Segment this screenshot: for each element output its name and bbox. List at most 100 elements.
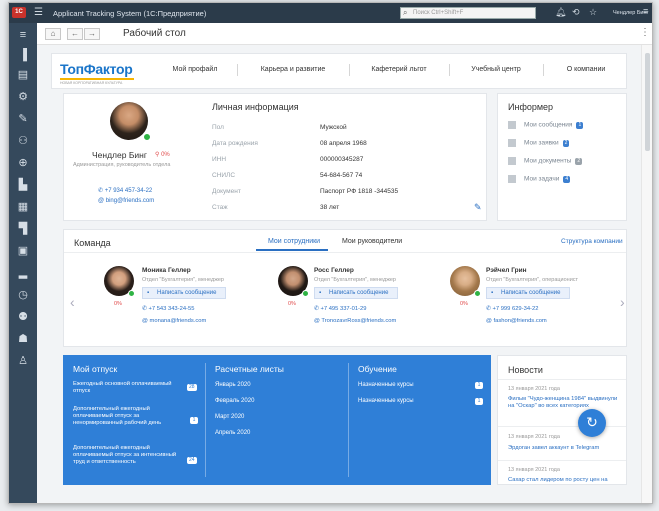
nav-my-profile[interactable]: Мой профайл [160,66,230,73]
member-name[interactable]: Моника Геллер [142,267,191,274]
profile-email[interactable]: @ bing@friends.com [98,198,154,204]
sidebar-menu-icon[interactable]: ≡ [15,27,31,43]
sidebar-wrench-icon[interactable]: ✎ [15,111,31,127]
profile-email-text: bing@friends.com [105,198,155,204]
sidebar-bar-chart-icon[interactable]: ▂ [15,265,31,281]
bell-icon[interactable]: 🔔︎ [555,7,566,18]
forward-button[interactable]: → [84,28,100,40]
sidebar-briefcase-icon[interactable]: ▣ [15,243,31,259]
sidebar-hierarchy-icon[interactable]: ♙ [15,353,31,369]
sidebar-calculator-icon[interactable]: ▦ [15,199,31,215]
brand-tagline: НОВАЯ КОРПОРАТИВНАЯ КУЛЬТУРА [60,81,123,85]
nav-about-company[interactable]: О компании [550,66,622,73]
payslip-item[interactable]: Февраль 2020 [215,398,254,404]
news-title-link[interactable]: Фильм "Чудо-женщина 1984" выдвинули на "… [508,396,618,410]
profile-phone-text: +7 934 457-34-22 [104,188,153,194]
sidebar-clock-icon[interactable]: ◷ [15,287,31,303]
write-message-button[interactable]: ▪ Написать сообщение [314,287,398,299]
vacation-heading: Мой отпуск [73,364,118,374]
informer-tasks[interactable]: Мои задачи 4 [508,175,571,183]
news-heading: Новости [508,365,543,375]
panel-divider [348,363,349,477]
vacation-item[interactable]: Ежегодный основной оплачиваемый отпуск [73,381,183,395]
email-icon: @ [314,318,320,324]
company-structure-link[interactable]: Структура компании [561,238,623,245]
sidebar-building-icon[interactable]: ▜ [15,221,31,237]
vacation-days-badge: 28 [187,384,197,391]
sidebar-team-icon[interactable]: ⚉ [15,309,31,325]
informer-documents[interactable]: Мои документы 2 [508,157,583,165]
sidebar-people-icon[interactable]: ⚇ [15,133,31,149]
nav-career[interactable]: Карьера и развитие [244,66,342,73]
informer-messages[interactable]: Мои сообщения 1 [508,121,584,129]
training-item[interactable]: Назначенные курсы [358,382,414,388]
tab-my-managers[interactable]: Мои руководители [342,238,402,245]
phone-icon: ✆ [486,306,491,312]
request-icon [508,139,516,147]
vacation-days-badge: 24 [187,457,197,464]
news-divider [498,379,626,380]
back-button[interactable]: ← [67,28,83,40]
payslip-item[interactable]: Январь 2020 [215,382,251,388]
write-message-button[interactable]: ▪ Написать сообщение [486,287,570,299]
brand-logo[interactable]: ТопФактор [60,61,133,77]
sidebar-gear-icon[interactable]: ⚙ [15,89,31,105]
news-date: 13 января 2021 года [508,386,560,392]
tab-my-employees[interactable]: Мои сотрудники [268,238,320,245]
personal-info-heading: Личная информация [212,102,299,112]
carousel-next-icon[interactable]: › [620,294,625,310]
carousel-prev-icon[interactable]: ‹ [70,294,75,310]
payslip-item[interactable]: Март 2020 [215,414,244,420]
member-name[interactable]: Росс Геллер [314,267,354,274]
message-icon: ▪ [319,290,322,296]
team-heading: Команда [74,238,111,248]
training-item[interactable]: Назначенные курсы [358,398,414,404]
member-name[interactable]: Рэйчел Грин [486,267,527,274]
app-title: Applicant Tracking System (1С:Предприяти… [53,9,207,18]
more-icon[interactable]: ⋮ [640,27,650,38]
scrollbar-thumb[interactable] [645,53,650,151]
refresh-button[interactable]: ↻ [578,409,606,437]
news-divider [498,426,626,427]
vacation-item[interactable]: Дополнительный ежегодный оплачиваемый от… [73,406,183,427]
global-search-input[interactable]: ⌕ Поиск Ctrl+Shift+F [400,7,536,19]
app-window: 1С ☰ Applicant Tracking System (1С:Предп… [8,2,653,504]
training-count-badge: 1 [475,398,483,405]
home-button[interactable]: ⌂ [45,28,61,40]
profile-percent: ⚲ 0% [155,152,170,158]
settings-menu-icon[interactable]: ≡ [643,6,648,16]
top-navigation-card: ТопФактор НОВАЯ КОРПОРАТИВНАЯ КУЛЬТУРА М… [51,53,627,89]
sidebar-document-icon[interactable]: ▤ [15,67,31,83]
nav-training-center[interactable]: Учебный центр [456,66,536,73]
news-title-link[interactable]: Сахар стал лидером по росту цен на проду… [508,477,618,484]
star-icon[interactable]: ☆ [589,7,597,18]
sidebar-org-icon[interactable]: ⊕ [15,155,31,171]
member-phone[interactable]: ✆ +7 999 629-34-22 [486,306,538,312]
phone-icon: ✆ [142,306,147,312]
member-email[interactable]: @ monana@friends.com [142,318,206,324]
member-percent: 0% [114,301,122,307]
profile-percent-value: 0% [161,152,170,158]
vertical-scrollbar[interactable] [641,45,652,503]
member-dept: Отдел "Бухгалтерия", операционист [486,277,579,283]
member-phone[interactable]: ✆ +7 543 343-24-55 [142,306,194,312]
sidebar-chart-icon[interactable]: ▐ [15,47,31,63]
vacation-item[interactable]: Дополнительный ежегодный оплачиваемый от… [73,445,183,466]
member-email[interactable]: @ fashon@friends.com [486,318,547,324]
write-message-label: Написать сообщение [157,290,217,296]
member-email[interactable]: @ TronozavrRoss@friends.com [314,318,396,324]
news-title-link[interactable]: Эрдоган завел аккаунт в Telegram [508,445,618,452]
history-icon[interactable]: ⟲ [572,7,580,18]
member-phone[interactable]: ✆ +7 495 337-01-29 [314,306,366,312]
nav-cafeteria[interactable]: Кафетерий льгот [356,66,442,73]
member-email-text: TronozavrRoss@friends.com [321,318,397,324]
informer-requests[interactable]: Мои заявки 2 [508,139,570,147]
sidebar-buildings-icon[interactable]: ▙ [15,177,31,193]
main-menu-icon[interactable]: ☰ [34,7,43,18]
profile-phone[interactable]: ✆ +7 934 457-34-22 [98,187,152,194]
sidebar-user-group-icon[interactable]: ☗ [15,331,31,347]
payslip-item[interactable]: Апрель 2020 [215,430,250,436]
edit-icon[interactable]: ✎ [474,202,482,213]
member-dept: Отдел "Бухгалтерия", менеджер [314,277,396,283]
write-message-button[interactable]: ▪ Написать сообщение [142,287,226,299]
